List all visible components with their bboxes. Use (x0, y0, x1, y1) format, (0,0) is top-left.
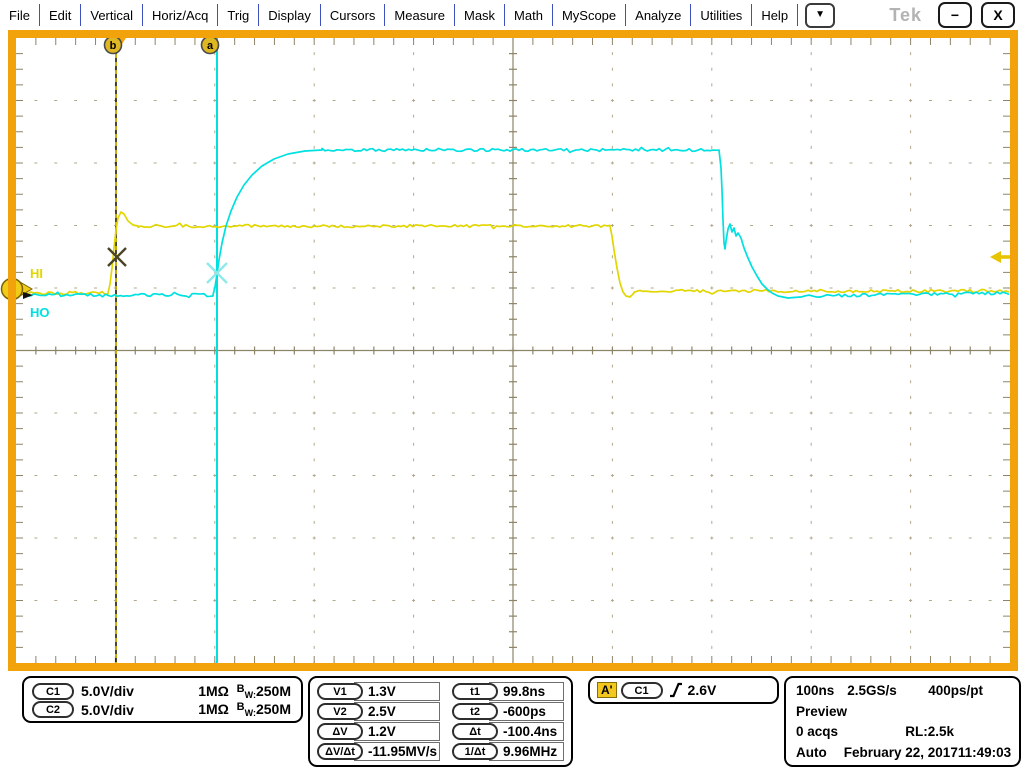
delta-t-pill[interactable]: Δt (452, 723, 498, 740)
trigger-level-value: 2.6V (688, 682, 717, 698)
time-cursor-column: t199.8ns t2-600ps Δt-100.4ns 1/Δt9.96MHz (452, 682, 564, 761)
t1-pill[interactable]: t1 (452, 683, 498, 700)
rising-edge-icon (668, 681, 684, 699)
t2-value: -600ps (489, 702, 564, 721)
v1-value: 1.3V (354, 682, 440, 701)
delta-t-value: -100.4ns (489, 722, 564, 741)
trigger-level-icon[interactable] (990, 251, 1010, 263)
clock-value: 11:49:03 (958, 745, 1011, 760)
date-value: February 22, 2017 (844, 745, 958, 760)
trigger-mode-value: Auto (796, 745, 827, 760)
waveform-label-ho: HO (30, 305, 50, 320)
waveform-label-hi: HI (30, 266, 43, 281)
delta-v-pill[interactable]: ΔV (317, 723, 363, 740)
scope-display: b a 1HI HO (0, 0, 1024, 768)
channel-1-marker[interactable]: 1 (2, 279, 34, 300)
acquisition-count: 0 acqs (796, 724, 838, 739)
cursor-marker-b[interactable] (108, 248, 126, 266)
trigger-a-badge[interactable]: A' (597, 682, 617, 698)
acquisition-status: Preview (796, 704, 847, 719)
inv-delta-t-value: 9.96MHz (489, 742, 564, 761)
trigger-source-pill[interactable]: C1 (621, 682, 663, 699)
v2-pill[interactable]: V2 (317, 703, 363, 720)
timebase-value: 100ns (796, 683, 834, 698)
channel-readout-box: C1 5.0V/div 1MΩ BW:250M C2 5.0V/div 1MΩ … (22, 676, 303, 723)
channel-2-coupling: 1MΩ BW:250M (198, 701, 291, 718)
channel-1-pill[interactable]: C1 (32, 683, 74, 700)
channel-1-readout: C1 5.0V/div 1MΩ BW:250M (32, 682, 291, 701)
cursor-balloon-b[interactable]: b (105, 37, 122, 54)
resolution-value: 400ps/pt (928, 683, 983, 698)
svg-text:a: a (207, 40, 214, 52)
delta-v-value: 1.2V (354, 722, 440, 741)
voltage-cursor-column: V11.3V V22.5V ΔV1.2V ΔV/Δt-11.95MV/s (317, 682, 440, 761)
channel-1-coupling: 1MΩ BW:250M (198, 683, 291, 700)
graticule-grid (15, 37, 1012, 665)
v2-value: 2.5V (354, 702, 440, 721)
horizontal-readout-box: 100ns 2.5GS/s 400ps/pt Preview 0 acqs RL… (784, 676, 1021, 767)
svg-text:b: b (110, 40, 117, 52)
inv-delta-t-pill[interactable]: 1/Δt (452, 743, 498, 760)
channel-2-pill[interactable]: C2 (32, 701, 74, 718)
t2-pill[interactable]: t2 (452, 703, 498, 720)
v1-pill[interactable]: V1 (317, 683, 363, 700)
cursor-readout-box: V11.3V V22.5V ΔV1.2V ΔV/Δt-11.95MV/s t19… (308, 676, 573, 767)
channel-2-scale: 5.0V/div (81, 702, 134, 718)
channel-2-readout: C2 5.0V/div 1MΩ BW:250M (32, 701, 291, 720)
trigger-readout-box: A' C1 2.6V (588, 676, 779, 704)
dv-dt-pill[interactable]: ΔV/Δt (317, 743, 363, 760)
record-length-value: RL:2.5k (905, 724, 954, 739)
dv-dt-value: -11.95MV/s (354, 742, 440, 761)
cursor-balloon-a[interactable]: a (202, 37, 219, 54)
t1-value: 99.8ns (489, 682, 564, 701)
channel-1-scale: 5.0V/div (81, 683, 134, 699)
sample-rate-value: 2.5GS/s (847, 683, 897, 698)
